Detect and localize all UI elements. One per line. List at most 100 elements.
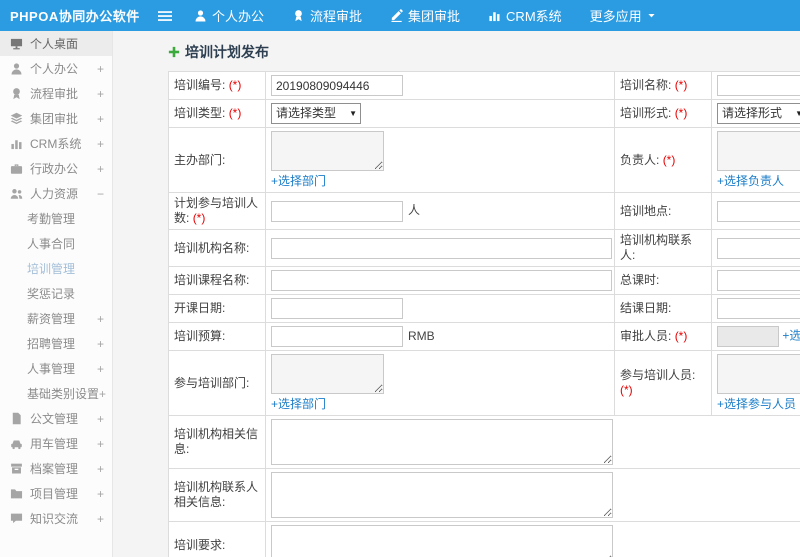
- expand-icon[interactable]: +: [97, 412, 104, 426]
- training-name-input[interactable]: [717, 75, 800, 96]
- org-contact-info-textarea[interactable]: [271, 472, 613, 518]
- expand-icon[interactable]: +: [97, 137, 104, 151]
- sidebar-item-admin-office[interactable]: 行政办公 +: [0, 156, 112, 181]
- participating-people-label: 参与培训人员: (*): [614, 350, 712, 416]
- expand-icon[interactable]: +: [97, 487, 104, 501]
- expand-icon[interactable]: +: [97, 112, 104, 126]
- end-date-input[interactable]: [717, 298, 800, 319]
- topbar: PHPOA协同办公软件 个人办公 流程审批 集团审批 CRM系统 更多应用: [0, 0, 800, 31]
- form-row-type-mode: 培训类型: (*) 请选择类型 ▼ 培训形式: (*) 请选择形式 ▼: [168, 99, 800, 128]
- participating-departments-label: 参与培训部门:: [168, 350, 266, 416]
- expand-icon[interactable]: +: [97, 362, 104, 376]
- hamburger-menu-icon[interactable]: [150, 9, 180, 23]
- required-mark: (*): [228, 78, 242, 92]
- sidebar-item-reward-punishment[interactable]: 奖惩记录: [0, 281, 112, 306]
- nav-item-group-approval[interactable]: 集团审批: [376, 0, 474, 31]
- responsible-person-pick-link[interactable]: +选择负责人: [717, 174, 784, 189]
- sidebar-item-base-category-settings[interactable]: 基础类别设置 +: [0, 381, 112, 406]
- org-contact-info-label: 培训机构联系人相关信息:: [168, 468, 266, 522]
- org-contact-input[interactable]: [717, 237, 800, 259]
- form-row-dates: 开课日期: 结课日期:: [168, 294, 800, 323]
- expand-icon[interactable]: +: [97, 462, 104, 476]
- participating-people-textarea[interactable]: [717, 354, 800, 394]
- form-row-budget-approver: 培训预算: RMB 审批人员: (*) +选择审批人员: [168, 322, 800, 351]
- sidebar-item-hr-contracts[interactable]: 人事合同: [0, 231, 112, 256]
- plus-icon: [168, 46, 180, 58]
- expand-icon[interactable]: +: [97, 512, 104, 526]
- approval-badge-icon: [292, 9, 305, 22]
- training-type-select[interactable]: 请选择类型 ▼: [271, 103, 361, 124]
- sidebar-item-knowledge-exchange[interactable]: 知识交流 +: [0, 506, 112, 531]
- required-mark: (*): [620, 383, 633, 397]
- expand-icon[interactable]: +: [97, 62, 104, 76]
- sidebar: 个人桌面 个人办公 + 流程审批 + 集团审批 + CRM系统 + 行政办公 +…: [0, 31, 113, 557]
- training-requirements-textarea[interactable]: [271, 525, 613, 557]
- collapse-icon[interactable]: −: [97, 187, 104, 201]
- training-requirements-label: 培训要求:: [168, 521, 266, 557]
- training-location-input[interactable]: [717, 200, 800, 222]
- approver-label: 审批人员: (*): [614, 322, 712, 351]
- participating-departments-textarea[interactable]: [271, 354, 384, 394]
- sidebar-item-project-management[interactable]: 项目管理 +: [0, 481, 112, 506]
- sidebar-item-salary-management[interactable]: 薪资管理 +: [0, 306, 112, 331]
- expand-icon[interactable]: +: [97, 437, 104, 451]
- caret-down-icon: ▼: [795, 109, 800, 118]
- participating-departments-pick-link[interactable]: +选择部门: [271, 397, 326, 412]
- chat-bubble-icon: [10, 512, 24, 525]
- sidebar-item-personnel-management[interactable]: 人事管理 +: [0, 356, 112, 381]
- expand-icon[interactable]: +: [97, 337, 104, 351]
- org-info-textarea[interactable]: [271, 419, 613, 465]
- caret-down-icon: ▼: [349, 109, 357, 118]
- course-name-input[interactable]: [271, 270, 612, 291]
- org-name-input[interactable]: [271, 237, 612, 259]
- org-info-label: 培训机构相关信息:: [168, 415, 266, 469]
- edit-icon: [390, 9, 403, 22]
- topbar-nav: 个人办公 流程审批 集团审批 CRM系统 更多应用: [180, 0, 670, 31]
- sidebar-item-recruitment-management[interactable]: 招聘管理 +: [0, 331, 112, 356]
- form-row-participants: 参与培训部门: +选择部门 参与培训人员: (*) +选择参与人员: [168, 350, 800, 416]
- sidebar-item-vehicle-management[interactable]: 用车管理 +: [0, 431, 112, 456]
- sidebar-item-attendance-management[interactable]: 考勤管理: [0, 206, 112, 231]
- start-date-input[interactable]: [271, 298, 403, 319]
- nav-item-crm-system[interactable]: CRM系统: [474, 0, 576, 31]
- form-row-org-contact-info: 培训机构联系人相关信息:: [168, 468, 800, 522]
- training-name-label: 培训名称: (*): [614, 71, 712, 100]
- approver-pick-link[interactable]: +选择审批人员: [782, 329, 800, 343]
- sidebar-item-archive-management[interactable]: 档案管理 +: [0, 456, 112, 481]
- sidebar-item-human-resources[interactable]: 人力资源 −: [0, 181, 112, 206]
- required-mark: (*): [228, 106, 242, 120]
- sidebar-item-personal-office[interactable]: 个人办公 +: [0, 56, 112, 81]
- responsible-person-textarea[interactable]: [717, 131, 800, 171]
- nav-item-personal-office[interactable]: 个人办公: [180, 0, 278, 31]
- approver-input[interactable]: [717, 326, 779, 347]
- expand-icon[interactable]: +: [97, 312, 104, 326]
- caret-down-icon: [647, 11, 656, 20]
- expand-icon[interactable]: +: [97, 162, 104, 176]
- budget-input[interactable]: [271, 326, 403, 347]
- participating-people-pick-link[interactable]: +选择参与人员: [717, 397, 796, 412]
- expand-icon[interactable]: +: [97, 87, 104, 101]
- planned-participants-input[interactable]: [271, 200, 403, 222]
- training-location-label: 培训地点:: [614, 192, 712, 230]
- archive-icon: [10, 462, 24, 475]
- expand-icon[interactable]: +: [99, 387, 106, 401]
- sidebar-item-personal-desktop[interactable]: 个人桌面: [0, 31, 112, 56]
- training-number-input[interactable]: [271, 75, 403, 96]
- host-department-pick-link[interactable]: +选择部门: [271, 174, 326, 189]
- total-hours-input[interactable]: [717, 270, 800, 291]
- sidebar-item-group-approval[interactable]: 集团审批 +: [0, 106, 112, 131]
- sidebar-item-document-management[interactable]: 公文管理 +: [0, 406, 112, 431]
- org-contact-label: 培训机构联系人:: [614, 229, 712, 267]
- app-logo: PHPOA协同办公软件: [10, 9, 140, 24]
- required-mark: (*): [662, 152, 676, 167]
- nav-item-more-apps[interactable]: 更多应用: [576, 0, 670, 31]
- form-row-dept-leader: 主办部门: +选择部门 负责人: (*) +选择负责人: [168, 127, 800, 193]
- sidebar-item-process-approval[interactable]: 流程审批 +: [0, 81, 112, 106]
- required-mark: (*): [674, 106, 688, 120]
- sidebar-item-training-management[interactable]: 培训管理: [0, 256, 112, 281]
- training-mode-select[interactable]: 请选择形式 ▼: [717, 103, 800, 124]
- total-hours-label: 总课时:: [614, 266, 712, 295]
- sidebar-item-crm-system[interactable]: CRM系统 +: [0, 131, 112, 156]
- nav-item-process-approval[interactable]: 流程审批: [278, 0, 376, 31]
- host-department-textarea[interactable]: [271, 131, 384, 171]
